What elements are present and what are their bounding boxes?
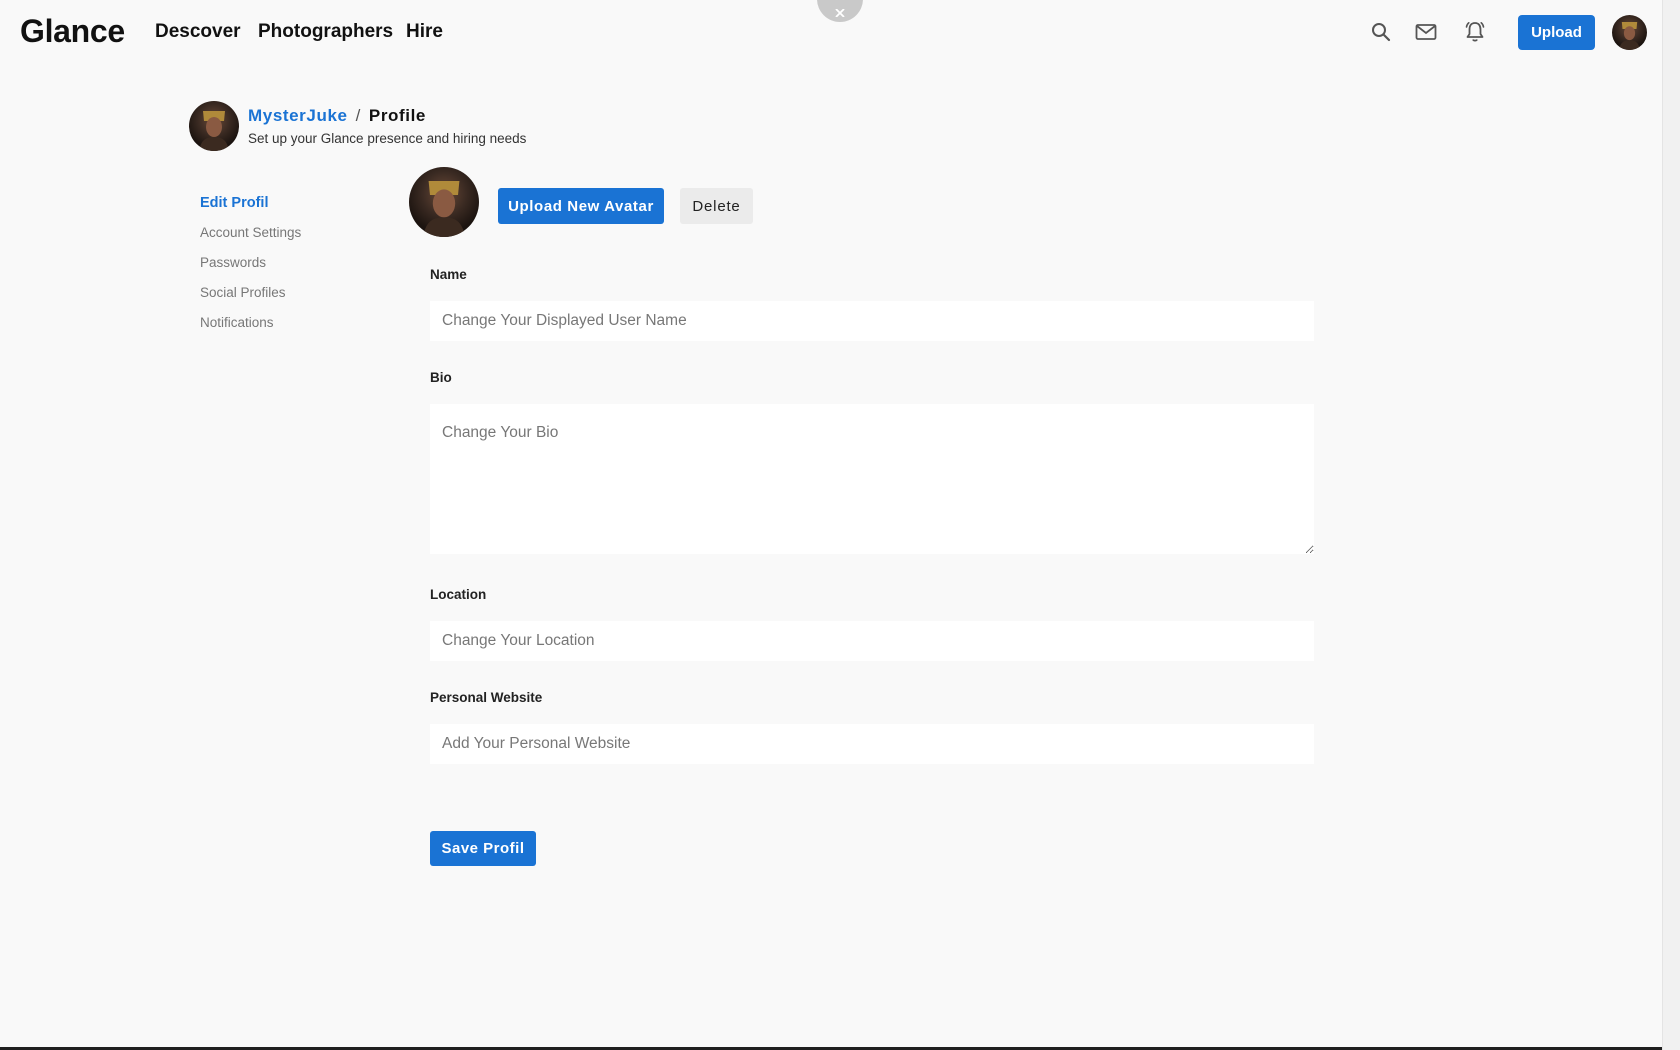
avatar-portrait-icon (199, 111, 229, 151)
sidebar-item-passwords[interactable]: Passwords (200, 254, 400, 284)
bio-textarea[interactable] (430, 404, 1314, 554)
profile-avatar (189, 101, 239, 151)
sidebar-item-account-settings[interactable]: Account Settings (200, 224, 400, 254)
name-input[interactable] (430, 301, 1314, 341)
website-label: Personal Website (430, 690, 543, 705)
search-button[interactable] (1367, 18, 1395, 46)
scrollbar[interactable] (1662, 0, 1680, 1050)
avatar[interactable] (1612, 15, 1647, 50)
location-input[interactable] (430, 621, 1314, 661)
nav-link-hire[interactable]: Hire (406, 21, 443, 43)
bio-label: Bio (430, 370, 452, 385)
nav-link-photographers[interactable]: Photographers (258, 21, 393, 43)
save-profil-button[interactable]: Save Profil (430, 831, 536, 866)
upload-button[interactable]: Upload (1518, 15, 1595, 50)
close-icon (835, 9, 845, 17)
delete-avatar-button[interactable]: Delete (680, 188, 753, 224)
name-label: Name (430, 267, 467, 282)
breadcrumb-page: Profile (368, 106, 426, 125)
upload-new-avatar-button[interactable]: Upload New Avatar (498, 188, 664, 224)
notifications-button[interactable] (1461, 18, 1489, 46)
messages-button[interactable] (1412, 18, 1440, 46)
sidebar-item-notifications[interactable]: Notifications (200, 314, 400, 344)
bell-icon (1465, 22, 1485, 42)
mail-icon (1415, 24, 1437, 40)
settings-sidebar: Edit Profil Account Settings Passwords S… (200, 194, 400, 344)
nav-link-discover[interactable]: Descover (155, 21, 241, 43)
breadcrumb-username[interactable]: MysterJuke (248, 106, 348, 125)
avatar-portrait-icon (423, 181, 465, 237)
logo[interactable]: Glance (20, 13, 125, 50)
avatar-portrait-icon (1619, 22, 1640, 50)
current-avatar (409, 167, 479, 237)
page-subtitle: Set up your Glance presence and hiring n… (248, 131, 527, 146)
website-input[interactable] (430, 724, 1314, 764)
sidebar-item-social-profiles[interactable]: Social Profiles (200, 284, 400, 314)
breadcrumb: MysterJuke / Profile (248, 106, 426, 126)
close-button[interactable] (817, 0, 863, 22)
search-icon (1372, 23, 1391, 42)
sidebar-item-edit-profil[interactable]: Edit Profil (200, 194, 400, 224)
location-label: Location (430, 587, 487, 602)
top-nav: Glance Descover Photographers Hire Uploa… (0, 0, 1662, 64)
breadcrumb-separator: / (355, 106, 361, 125)
